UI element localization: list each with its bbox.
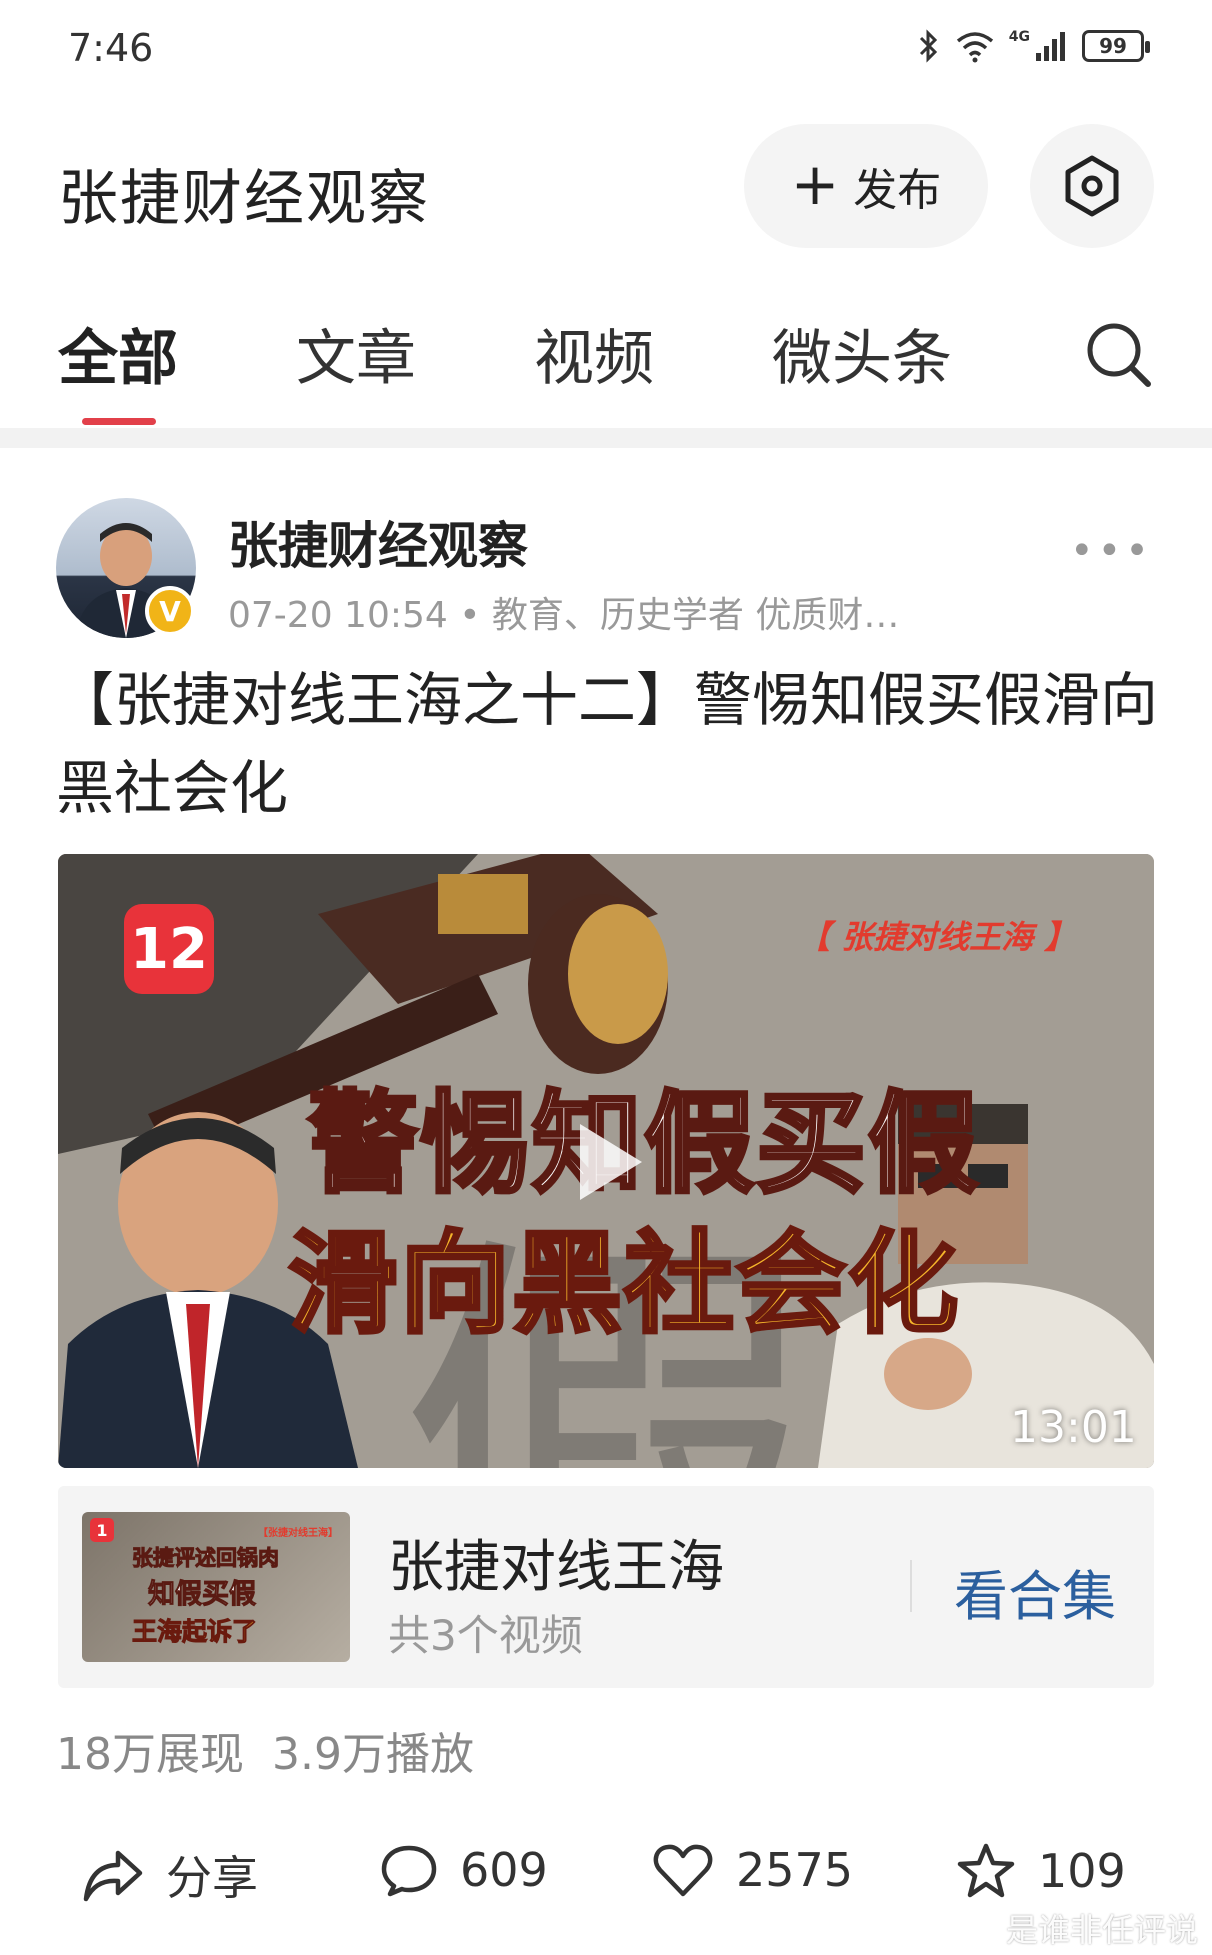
collection-thumb-badge: 1 <box>90 1518 114 1542</box>
page-title: 张捷财经观察 <box>58 164 430 234</box>
favorite-count: 109 <box>1038 1844 1126 1898</box>
settings-button[interactable] <box>1030 124 1154 248</box>
collection-title: 张捷对线王海 <box>388 1535 724 1600</box>
signal-icon <box>1036 32 1065 61</box>
battery-level: 99 <box>1099 34 1127 58</box>
collection-thumb-line3: 王海起诉了 <box>131 1617 258 1647</box>
status-time: 7:46 <box>68 26 154 70</box>
series-tag: 【 张捷对线王海 】 <box>798 918 1077 956</box>
settings-icon <box>1065 155 1119 217</box>
post-meta: 07-20 10:54 • 教育、历史学者 优质财… <box>228 595 900 636</box>
watermark-text: 是谁非任评说 <box>1005 1911 1198 1949</box>
author-name[interactable]: 张捷财经观察 <box>228 506 528 578</box>
tab-videos[interactable]: 视频 <box>534 310 654 397</box>
heart-icon <box>653 1844 713 1897</box>
battery-icon: 99 <box>1082 30 1150 62</box>
video-duration: 13:01 <box>1010 1402 1137 1453</box>
collection-count: 共3个视频 <box>388 1611 583 1660</box>
video-thumbnail[interactable]: 假 12 【 张捷对线王海 】 警惕知假买假 滑向黑社会化 13:01 <box>58 854 1154 1468</box>
publish-label: 发布 <box>853 165 942 216</box>
more-options-icon[interactable]: ••• <box>1070 528 1153 574</box>
collection-thumb-line1: 张捷评述回锅肉 <box>132 1546 280 1571</box>
share-label: 分享 <box>166 1851 258 1905</box>
bluetooth-icon <box>919 29 937 63</box>
comment-icon <box>381 1845 437 1897</box>
publish-button[interactable]: + 发布 <box>744 124 988 248</box>
post-author-row: V 张捷财经观察 07-20 10:54 • 教育、历史学者 优质财… ••• <box>0 498 1212 638</box>
tab-bar: 全部 文章 视频 微头条 <box>0 290 1212 430</box>
status-bar: 7:46 4G 99 <box>0 0 1212 100</box>
active-tab-indicator <box>82 418 156 425</box>
favorite-button[interactable]: 109 <box>956 1842 1126 1900</box>
collection-thumb-tag: 【张捷对线王海】 <box>258 1528 338 1539</box>
star-icon <box>957 1843 1015 1898</box>
plus-icon: + <box>790 150 840 218</box>
comment-count: 609 <box>460 1843 548 1897</box>
like-button[interactable]: 2575 <box>652 1842 853 1898</box>
collection-thumbnail: 1 【张捷对线王海】 张捷评述回锅肉 知假买假 王海起诉了 <box>82 1512 350 1662</box>
tab-articles[interactable]: 文章 <box>296 310 416 397</box>
comment-button[interactable]: 609 <box>380 1842 548 1898</box>
status-icons: 4G 99 <box>917 28 1150 64</box>
section-divider <box>0 428 1212 448</box>
post-title[interactable]: 【张捷对线王海之十二】警惕知假买假滑向黑社会化 <box>56 656 1166 832</box>
tab-all[interactable]: 全部 <box>58 310 178 397</box>
impressions-count: 18万展现 <box>56 1729 244 1780</box>
share-button[interactable]: 分享 <box>82 1842 258 1908</box>
collection-separator <box>910 1560 912 1612</box>
like-count: 2575 <box>736 1843 854 1897</box>
collection-thumb-line2: 知假买假 <box>148 1579 257 1611</box>
plays-count: 3.9万播放 <box>272 1729 474 1780</box>
video-collection-card[interactable]: 1 【张捷对线王海】 张捷评述回锅肉 知假买假 王海起诉了 张捷对线王海 共3个… <box>58 1486 1154 1688</box>
profile-header: 张捷财经观察 + 发布 <box>0 110 1212 260</box>
episode-badge: 12 <box>124 904 214 994</box>
view-collection-link[interactable]: 看合集 <box>954 1552 1116 1631</box>
post-stats: 18万展现 3.9万播放 <box>56 1718 474 1782</box>
verified-badge-icon: V <box>145 586 195 636</box>
share-icon <box>83 1850 143 1902</box>
play-icon[interactable] <box>546 1102 666 1222</box>
network-type: 4G <box>1008 29 1030 45</box>
tab-micro-posts[interactable]: 微头条 <box>772 310 952 397</box>
search-icon[interactable] <box>1082 318 1154 390</box>
wifi-icon <box>956 32 993 63</box>
